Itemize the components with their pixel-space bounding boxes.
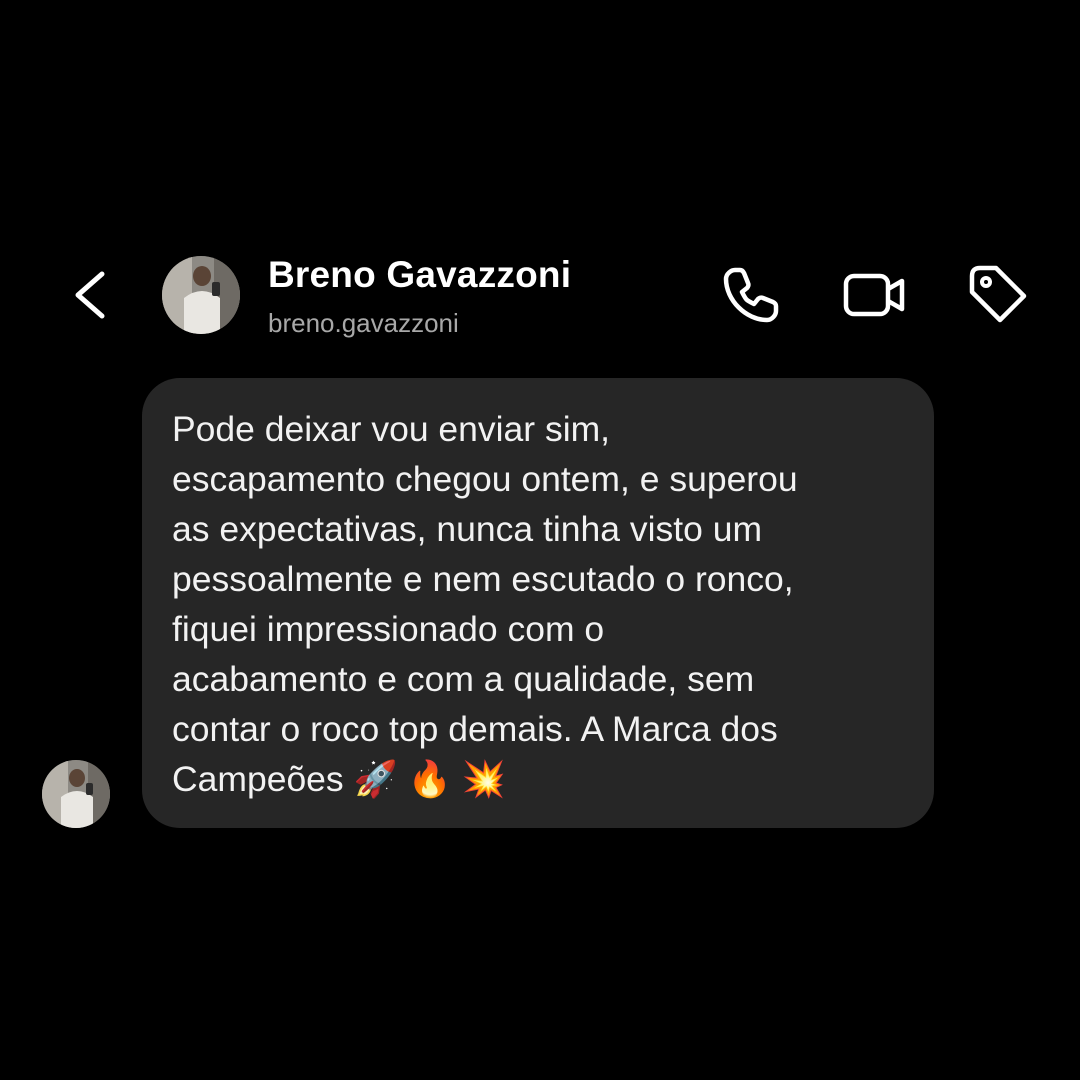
- message-bubble[interactable]: Pode deixar vou enviar sim, escapamento …: [142, 378, 934, 828]
- message-sender-avatar[interactable]: [42, 760, 110, 828]
- video-camera-icon: [843, 273, 905, 317]
- contact-username: breno.gavazzoni: [268, 308, 459, 338]
- avatar[interactable]: [162, 256, 240, 334]
- tag-button[interactable]: [964, 262, 1030, 328]
- message-text: Pode deixar vou enviar sim, escapamento …: [172, 409, 798, 799]
- back-button[interactable]: [60, 262, 120, 328]
- video-call-button[interactable]: [842, 262, 908, 328]
- contact-name[interactable]: Breno Gavazzoni: [268, 254, 571, 296]
- tag-icon: [969, 265, 1027, 323]
- chevron-left-icon: [75, 271, 105, 319]
- call-button[interactable]: [718, 262, 784, 328]
- phone-icon: [723, 267, 779, 323]
